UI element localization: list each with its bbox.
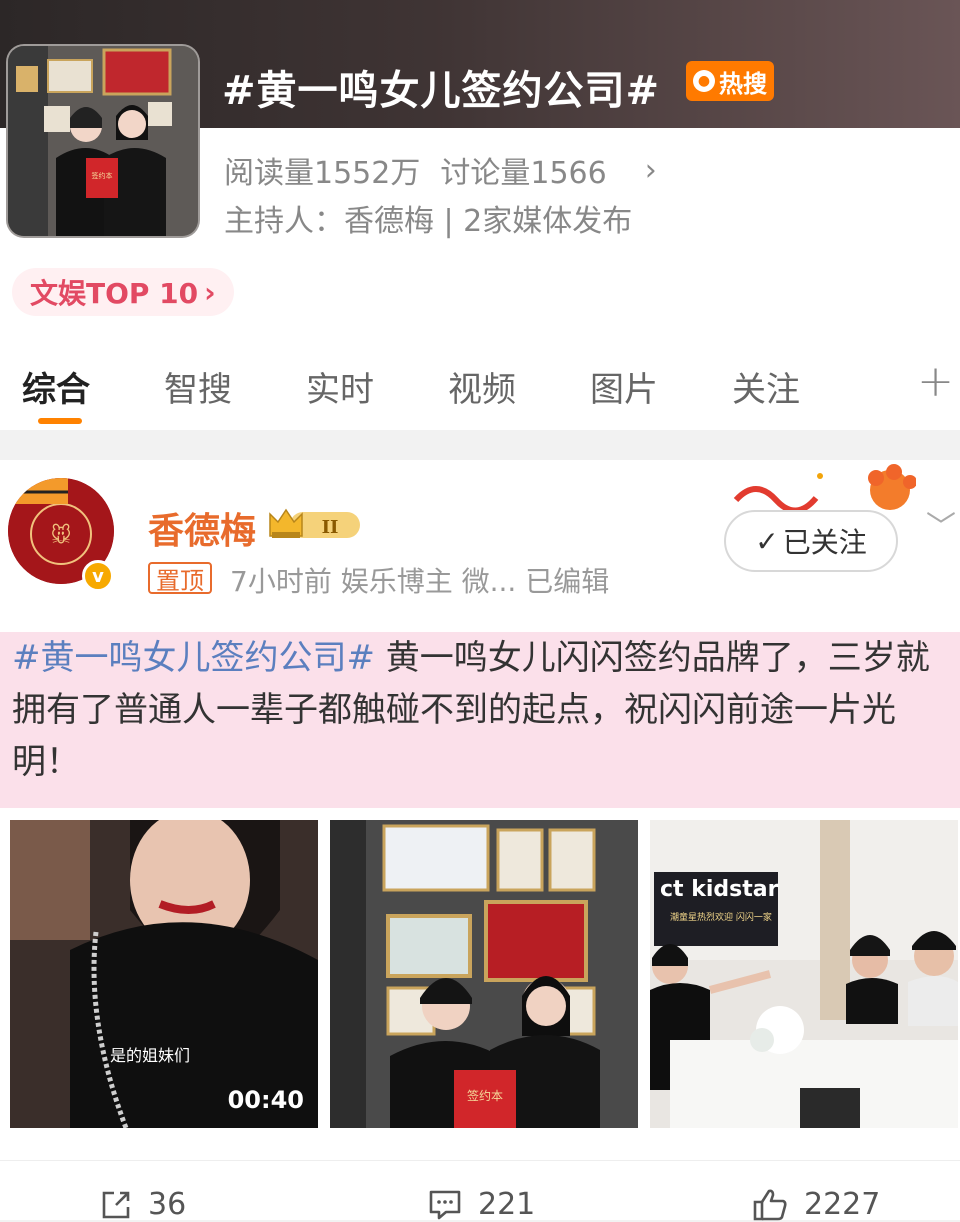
comment-button[interactable]: 221 <box>428 1187 535 1222</box>
hot-badge-label: 热搜 <box>719 69 767 98</box>
tab-video[interactable]: 视频 <box>448 362 516 411</box>
chevron-right-icon[interactable]: › <box>645 153 657 188</box>
hot-flame-icon: ● <box>693 70 715 92</box>
repost-icon <box>102 1191 130 1218</box>
chevron-down-icon[interactable]: ﹀ <box>926 502 956 546</box>
post-text[interactable]: #黄一鸣女儿签约公司# 黄一鸣女儿闪闪签约品牌了，三岁就拥有了普通人一辈子都触碰… <box>0 632 960 808</box>
tab-following[interactable]: 关注 <box>732 362 800 411</box>
media-image-signing[interactable]: 签约本 <box>330 820 638 1128</box>
topic-header: 签约本 #黄一鸣女儿签约公司# ● 热搜 阅读量1552万 讨论量1566 › … <box>0 0 960 430</box>
member-crown-icon[interactable]: II <box>268 506 364 542</box>
video-caption: 是的姐妹们 <box>110 1046 191 1065</box>
following-button[interactable]: ✓ 已关注 <box>724 510 898 572</box>
rank-chip[interactable]: 文娱TOP 10 › <box>12 268 234 316</box>
post-meta: 7小时前 娱乐博主 微... 已编辑 <box>230 565 610 598</box>
verified-badge-icon: v <box>82 560 114 592</box>
svg-text:签约本: 签约本 <box>92 171 113 180</box>
chevron-right-icon: › <box>204 275 216 309</box>
comment-icon <box>429 1190 461 1219</box>
rank-chip-label: 文娱TOP 10 <box>30 277 199 310</box>
tab-comprehensive[interactable]: 综合 <box>22 362 90 411</box>
repost-count: 36 <box>148 1187 187 1222</box>
topic-title: #黄一鸣女儿签约公司# <box>222 68 661 114</box>
svg-text:签约本: 签约本 <box>467 1088 503 1103</box>
svg-text:II: II <box>322 517 339 538</box>
tab-smart-search[interactable]: 智搜 <box>164 362 232 411</box>
hot-badge: ● 热搜 <box>686 61 774 101</box>
like-button[interactable]: 2227 <box>752 1187 880 1222</box>
media-image-meeting[interactable]: ct kidstar 潮童星热烈欢迎 闪闪一家 <box>650 820 958 1128</box>
thumbs-up-icon <box>753 1189 787 1220</box>
svg-text:🐭: 🐭 <box>51 523 72 547</box>
tab-realtime[interactable]: 实时 <box>306 362 374 411</box>
topic-cover-image[interactable]: 签约本 <box>6 44 200 238</box>
tab-bar: 综合 智搜 实时 视频 图片 关注 + <box>0 350 960 430</box>
following-label: 已关注 <box>782 526 867 559</box>
add-tab-icon[interactable]: + <box>917 356 954 407</box>
active-tab-indicator <box>38 418 82 424</box>
repost-button[interactable]: 36 <box>100 1187 186 1222</box>
post-action-bar: 36 221 2227 <box>0 1160 960 1222</box>
tab-images[interactable]: 图片 <box>590 362 658 411</box>
check-icon: ✓ <box>755 524 779 558</box>
topic-stats[interactable]: 阅读量1552万 讨论量1566 › <box>224 148 657 192</box>
like-count: 2227 <box>804 1187 881 1222</box>
media-video-thumbnail[interactable]: 是的姐妹们 00:40 <box>10 820 318 1128</box>
video-duration: 00:40 <box>227 1086 304 1114</box>
read-count: 阅读量1552万 <box>224 156 421 191</box>
author-name[interactable]: 香德梅 <box>148 502 256 554</box>
comment-count: 221 <box>478 1187 536 1222</box>
svg-text:ct kidstar: ct kidstar <box>660 877 779 902</box>
svg-text:潮童星热烈欢迎 闪闪一家: 潮童星热烈欢迎 闪闪一家 <box>670 911 772 923</box>
pinned-tag: 置顶 <box>148 562 212 595</box>
discuss-count: 讨论量1566 <box>440 156 607 191</box>
topic-host-line: 主持人：香德梅 | 2家媒体发布 <box>224 204 633 239</box>
section-divider <box>0 432 960 460</box>
post-hashtag[interactable]: #黄一鸣女儿签约公司# <box>12 638 375 678</box>
